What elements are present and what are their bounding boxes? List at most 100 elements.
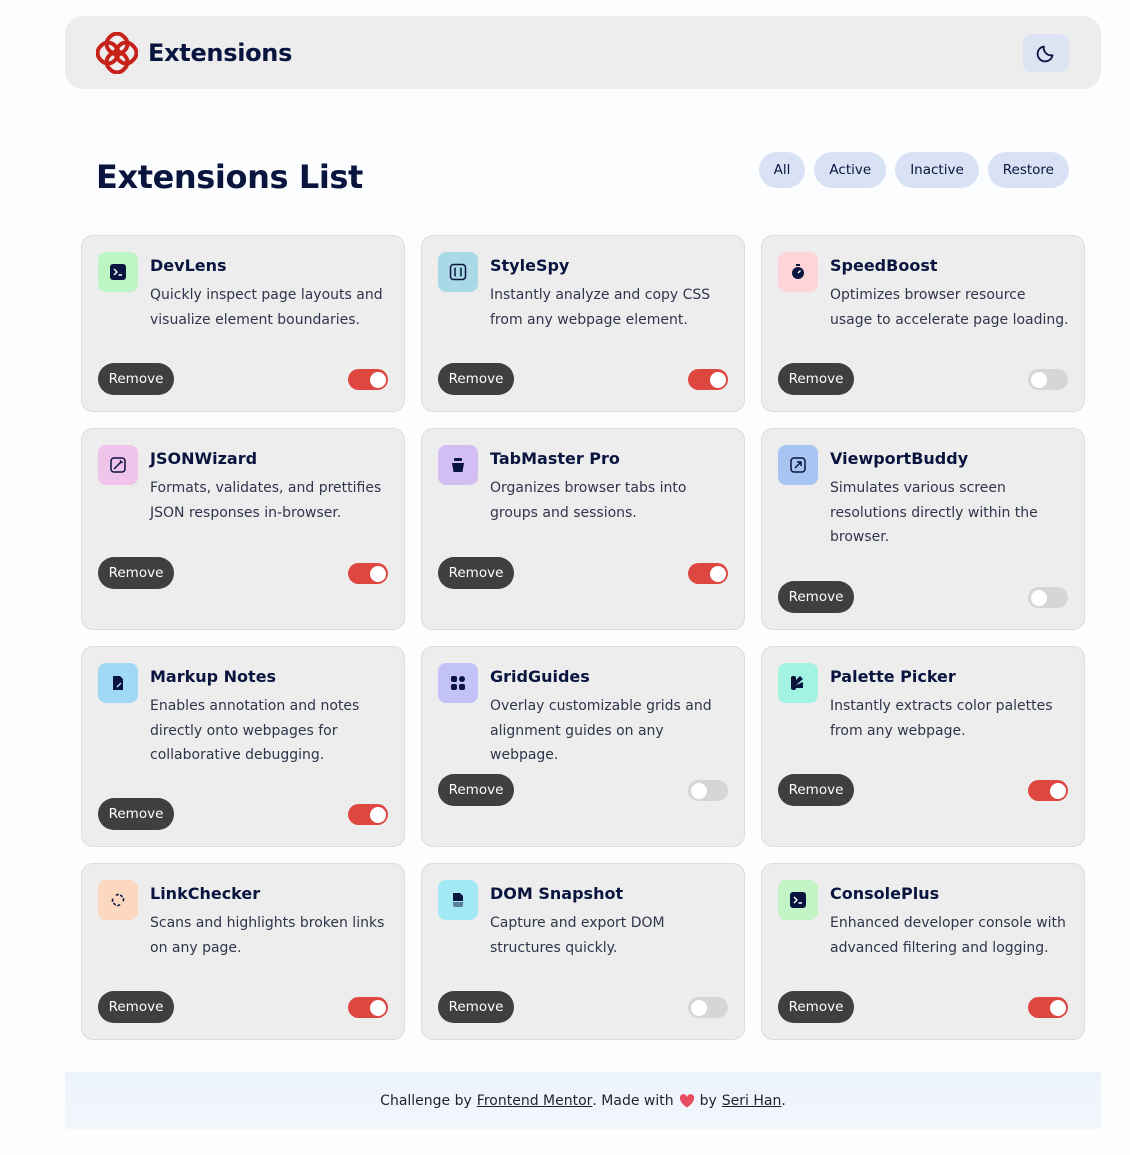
extension-card: SpeedBoost Optimizes browser resource us…	[761, 235, 1085, 412]
extension-name: SpeedBoost	[830, 256, 938, 275]
active-toggle[interactable]	[1028, 997, 1068, 1018]
extension-name: DOM Snapshot	[490, 884, 624, 903]
active-toggle[interactable]	[348, 563, 388, 584]
toggle-knob	[1030, 371, 1047, 388]
extension-description: Simulates various screen resolutions dir…	[830, 480, 1038, 546]
extension-name: GridGuides	[490, 667, 590, 686]
snapshot-icon	[438, 880, 478, 920]
extension-description: Enhanced developer console with advanced…	[830, 915, 1066, 956]
extension-card: JSONWizard Formats, validates, and prett…	[81, 428, 405, 630]
app-title: Extensions	[148, 38, 293, 67]
remove-button[interactable]: Remove	[98, 798, 174, 830]
remove-button[interactable]: Remove	[778, 774, 854, 806]
active-toggle[interactable]	[688, 780, 728, 801]
remove-button[interactable]: Remove	[778, 991, 854, 1023]
toggle-knob	[369, 999, 386, 1016]
extension-name: TabMaster Pro	[490, 449, 620, 468]
active-toggle[interactable]	[348, 804, 388, 825]
active-toggle[interactable]	[1028, 587, 1068, 608]
active-toggle[interactable]	[688, 997, 728, 1018]
extension-description: Enables annotation and notes directly on…	[150, 698, 360, 764]
extension-name: Palette Picker	[830, 667, 956, 686]
terminal-icon	[98, 252, 138, 292]
toggle-knob	[369, 806, 386, 823]
toggle-knob	[1049, 782, 1066, 799]
extension-card: ViewportBuddy Simulates various screen r…	[761, 428, 1085, 630]
extension-description: Instantly analyze and copy CSS from any …	[490, 287, 711, 328]
grid-icon	[438, 663, 478, 703]
remove-button[interactable]: Remove	[98, 363, 174, 395]
footer-prefix: Challenge by	[380, 1092, 472, 1109]
extension-name: StyleSpy	[490, 256, 570, 275]
extension-name: ConsolePlus	[830, 884, 940, 903]
remove-button[interactable]: Remove	[98, 991, 174, 1023]
extension-name: JSONWizard	[150, 449, 258, 468]
extension-card: TabMaster Pro Organizes browser tabs int…	[421, 428, 745, 630]
filter-inactive-button[interactable]: Inactive	[895, 152, 979, 188]
toggle-knob	[1049, 999, 1066, 1016]
filter-active-button[interactable]: Active	[814, 152, 887, 188]
active-toggle[interactable]	[1028, 369, 1068, 390]
active-toggle[interactable]	[1028, 780, 1068, 801]
extension-card: LinkChecker Scans and highlights broken …	[81, 863, 405, 1040]
remove-button[interactable]: Remove	[438, 363, 514, 395]
extension-description: Capture and export DOM structures quickl…	[490, 915, 665, 956]
extension-description: Instantly extracts color palettes from a…	[830, 698, 1053, 739]
author-link[interactable]: Seri Han	[722, 1093, 782, 1109]
stopwatch-icon	[778, 252, 818, 292]
remove-button[interactable]: Remove	[778, 581, 854, 613]
page-title: Extensions List	[96, 158, 363, 196]
attribution-footer: Challenge by Frontend Mentor. Made with …	[65, 1072, 1101, 1129]
extension-description: Quickly inspect page layouts and visuali…	[150, 287, 383, 328]
extension-card: Markup Notes Enables annotation and note…	[81, 646, 405, 847]
palette-icon	[778, 663, 818, 703]
broken-link-icon	[98, 880, 138, 920]
frontend-mentor-link[interactable]: Frontend Mentor	[477, 1093, 593, 1109]
resize-icon	[778, 445, 818, 485]
brand[interactable]: Extensions	[96, 31, 293, 74]
extension-description: Formats, validates, and prettifies JSON …	[150, 480, 382, 521]
remove-button[interactable]: Remove	[778, 363, 854, 395]
extension-name: ViewportBuddy	[830, 449, 969, 468]
toggle-knob	[709, 565, 726, 582]
extension-description: Optimizes browser resource usage to acce…	[830, 287, 1069, 328]
extension-card: Palette Picker Instantly extracts color …	[761, 646, 1085, 847]
extension-description: Organizes browser tabs into groups and s…	[490, 480, 687, 521]
remove-button[interactable]: Remove	[438, 991, 514, 1023]
wand-icon	[98, 445, 138, 485]
extension-name: LinkChecker	[150, 884, 261, 903]
remove-button[interactable]: Remove	[438, 557, 514, 589]
filter-all-button[interactable]: All	[758, 152, 806, 188]
moon-icon	[1036, 45, 1054, 62]
flower-logo-icon	[96, 31, 138, 74]
filter-tabs: All Active Inactive Restore	[758, 152, 1069, 188]
remove-button[interactable]: Remove	[438, 774, 514, 806]
jar-icon	[438, 445, 478, 485]
filter-restore-button[interactable]: Restore	[987, 152, 1069, 188]
active-toggle[interactable]	[348, 997, 388, 1018]
top-bar: Extensions	[65, 16, 1101, 89]
console-icon	[778, 880, 818, 920]
toggle-knob	[690, 999, 707, 1016]
active-toggle[interactable]	[688, 563, 728, 584]
active-toggle[interactable]	[348, 369, 388, 390]
extension-card: ConsolePlus Enhanced developer console w…	[761, 863, 1085, 1040]
extension-card: StyleSpy Instantly analyze and copy CSS …	[421, 235, 745, 412]
toggle-knob	[709, 371, 726, 388]
extension-description: Overlay customizable grids and alignment…	[490, 698, 712, 764]
brackets-icon	[438, 252, 478, 292]
footer-suffix: .	[781, 1092, 786, 1109]
heart-icon	[679, 1093, 694, 1107]
extension-name: DevLens	[150, 256, 227, 275]
note-pen-icon	[98, 663, 138, 703]
extension-name: Markup Notes	[150, 667, 277, 686]
toggle-knob	[690, 782, 707, 799]
extension-card: GridGuides Overlay customizable grids an…	[421, 646, 745, 847]
toggle-knob	[369, 371, 386, 388]
extension-card: DevLens Quickly inspect page layouts and…	[81, 235, 405, 412]
remove-button[interactable]: Remove	[98, 557, 174, 589]
footer-middle: . Made with	[592, 1092, 674, 1109]
theme-toggle-button[interactable]	[1023, 33, 1069, 72]
active-toggle[interactable]	[688, 369, 728, 390]
toggle-knob	[369, 565, 386, 582]
